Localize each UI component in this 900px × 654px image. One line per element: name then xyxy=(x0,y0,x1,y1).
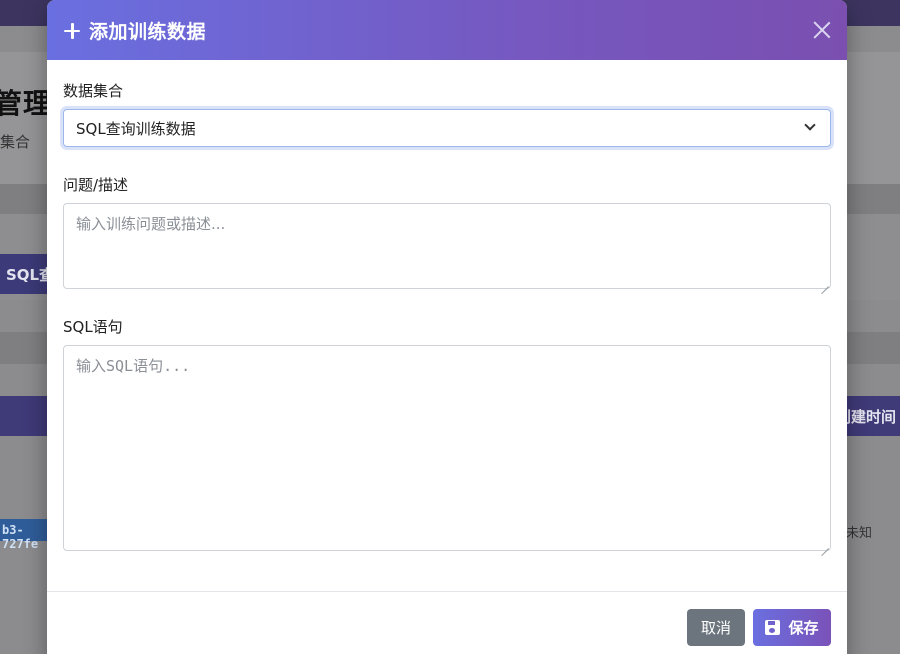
modal-title-wrap: 添加训练数据 xyxy=(63,17,206,44)
save-button[interactable]: 保存 xyxy=(753,609,831,646)
collection-select-value: SQL查询训练数据 xyxy=(76,119,196,138)
question-input[interactable] xyxy=(63,203,831,289)
close-icon[interactable] xyxy=(811,19,833,41)
background-page-subtitle: 集合 xyxy=(0,133,31,151)
save-button-label: 保存 xyxy=(788,619,819,637)
sql-input[interactable] xyxy=(63,345,831,551)
resize-grip-icon[interactable] xyxy=(821,279,829,287)
cancel-button-label: 取消 xyxy=(700,619,731,637)
resize-grip-icon[interactable] xyxy=(821,541,829,549)
collection-label: 数据集合 xyxy=(63,82,124,100)
question-label: 问题/描述 xyxy=(63,176,129,194)
collection-select[interactable]: SQL查询训练数据 xyxy=(63,109,831,147)
background-page-title: 管理 xyxy=(0,87,53,120)
modal-footer-divider xyxy=(47,591,847,592)
chevron-down-icon xyxy=(804,119,816,131)
cancel-button[interactable]: 取消 xyxy=(687,609,745,646)
background-id-chip: b3-727fe xyxy=(0,519,52,551)
modal-header: 添加训练数据 xyxy=(47,0,847,60)
add-training-data-modal: 添加训练数据 数据集合 SQL查询训练数据 问题/描述 SQL语句 取消 保存 xyxy=(47,0,847,654)
modal-title: 添加训练数据 xyxy=(89,21,207,43)
plus-icon xyxy=(63,22,81,40)
background-unknown-text: 未知 xyxy=(846,526,873,541)
save-icon xyxy=(765,620,781,635)
sql-label: SQL语句 xyxy=(63,318,123,336)
